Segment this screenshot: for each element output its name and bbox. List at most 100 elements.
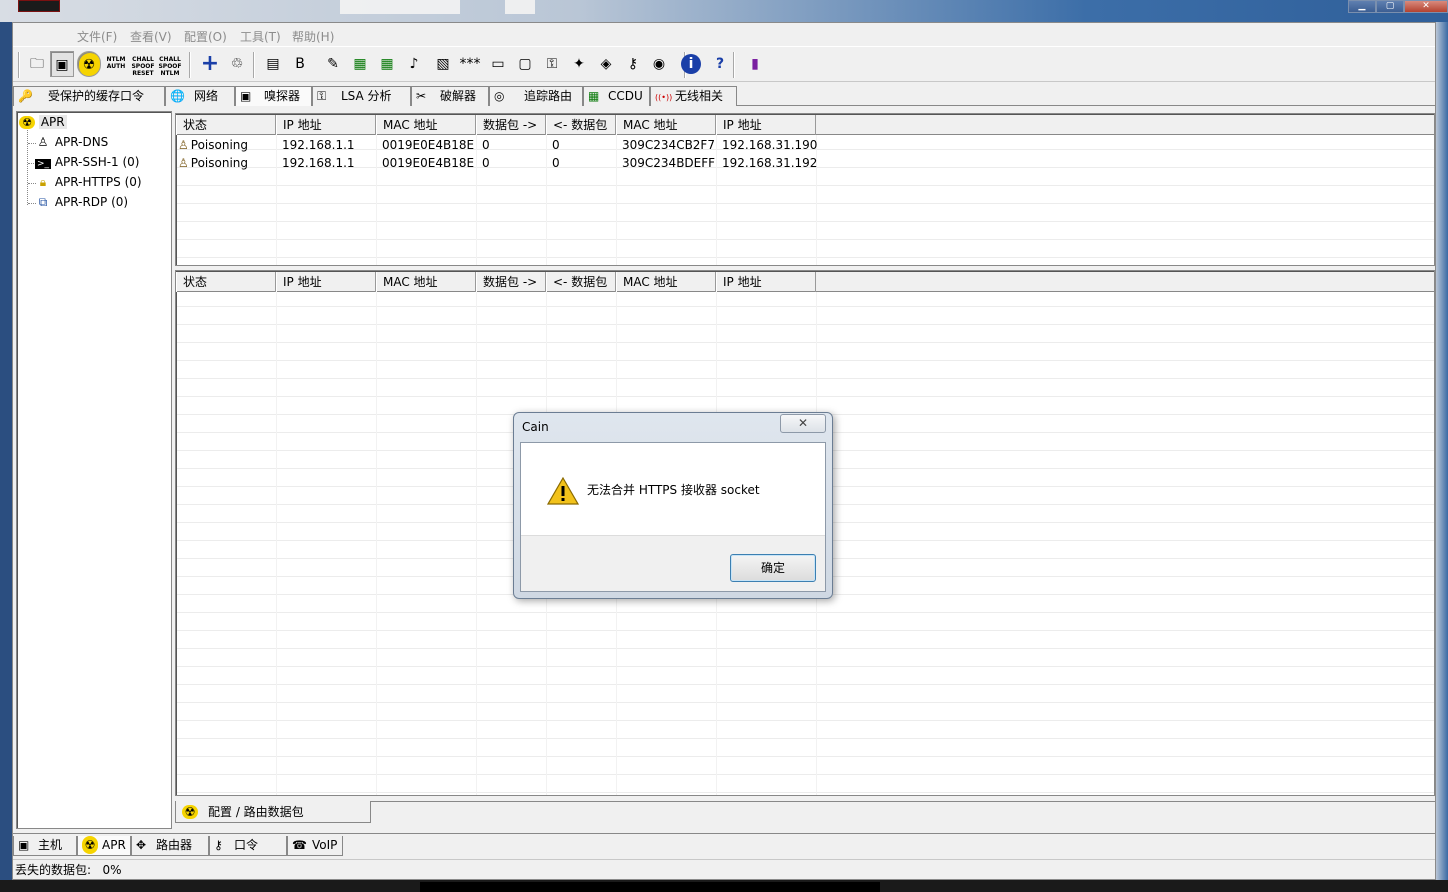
tree-item-apr-ssh[interactable]: >_ APR-SSH-1 (0) (35, 155, 140, 169)
screen-icon[interactable]: ▢ (513, 51, 537, 77)
toolbar-separator (733, 52, 735, 78)
tree-root-apr[interactable]: ☢ APR (19, 115, 67, 129)
desktop-left-edge (0, 22, 12, 880)
poisoning-table-top: 状态 IP 地址 MAC 地址 数据包 -> <- 数据包 MAC 地址 IP 地址 ♙ Poi… (175, 113, 1435, 266)
column-divider (276, 292, 277, 795)
tab-config-routing[interactable]: ☢ 配置 / 路由数据包 (175, 801, 371, 823)
apr-radiation-icon[interactable]: ☢ (77, 51, 101, 77)
chall-spoof-reset-icon[interactable]: CHALL SPOOF RESET (131, 51, 155, 77)
terminal-icon: >_ (35, 159, 51, 169)
maximize-button[interactable]: ▢ (1376, 0, 1404, 13)
column-header[interactable]: 状态 (176, 272, 276, 292)
table-cell: 0 (482, 138, 490, 152)
column-header[interactable]: IP 地址 (716, 115, 816, 135)
taskbar-strip (0, 880, 1448, 892)
wireless-key-icon[interactable]: ♪ (402, 51, 426, 77)
main-tab-4[interactable]: ☎ VoIP (287, 836, 343, 856)
column-header[interactable]: MAC 地址 (376, 272, 476, 292)
tab-label: 网络 (194, 89, 219, 103)
toolbar-separator (253, 52, 255, 78)
toolbar-separator (18, 52, 20, 78)
tree-item-label: APR-DNS (54, 135, 109, 149)
certificate-icon[interactable]: ▤ (261, 51, 285, 77)
network-card-icon[interactable]: ▭ (486, 51, 510, 77)
tab-0[interactable]: 🔑 受保护的缓存口令 (13, 86, 165, 106)
tree-item-apr-rdp[interactable]: ⧉ APR-RDP (0) (35, 195, 128, 210)
open-folder-icon[interactable]: 🗀 (25, 51, 49, 77)
exit-icon[interactable]: ▮ (743, 51, 767, 77)
column-header[interactable]: MAC 地址 (616, 272, 716, 292)
column-header[interactable]: 状态 (176, 115, 276, 135)
lost-packets-status: 丢失的数据包: 0% (15, 863, 122, 877)
main-tab-label: VoIP (312, 838, 338, 852)
menu-help[interactable]: 帮助(H) (292, 28, 334, 45)
menu-file[interactable]: 文件(F) (77, 28, 117, 45)
add-icon[interactable]: + (198, 51, 222, 77)
tab-3[interactable]: ⚿ LSA 分析 (312, 86, 411, 106)
tab-2[interactable]: ▣ 嗅探器 (235, 86, 312, 106)
lock-icon[interactable]: ⚿ (540, 51, 564, 77)
base64-icon[interactable]: B (288, 51, 312, 77)
toolbar-separator (189, 52, 191, 78)
cable-icon[interactable]: ◈ (594, 51, 618, 77)
vnc-icon[interactable]: ▦ (375, 51, 399, 77)
column-header[interactable]: <- 数据包 (546, 272, 616, 292)
tab-5[interactable]: ◎ 追踪路由 (489, 86, 583, 106)
table-row[interactable]: ♙ Poisoning 192.168.1.1 0019E0E4B18E 0 0 309C2… (176, 136, 1434, 154)
main-tab-icon: ▣ (18, 838, 30, 852)
ok-button[interactable]: 确定 (730, 554, 816, 582)
column-header[interactable]: MAC 地址 (376, 115, 476, 135)
main-tab-3[interactable]: ⚷ 口令 (209, 836, 287, 856)
tab-label: 无线相关 (675, 89, 724, 103)
help-icon[interactable]: ? (708, 51, 732, 77)
main-tab-0[interactable]: ▣ 主机 (13, 836, 77, 856)
dialog-close-button[interactable]: ✕ (780, 414, 826, 433)
sniffer-icon[interactable]: ▣ (50, 51, 74, 77)
main-tab-2[interactable]: ✥ 路由器 (131, 836, 209, 856)
recycle-icon[interactable]: ♲ (225, 51, 249, 77)
dialog-footer: 确定 (521, 535, 825, 591)
main-tab-label: APR (102, 838, 126, 852)
hook-icon[interactable]: ✦ (567, 51, 591, 77)
radiation-icon: ☢ (19, 116, 35, 129)
tab-6[interactable]: ▦ CCDU (583, 86, 650, 106)
main-tab-icon: ✥ (136, 838, 147, 852)
column-header[interactable]: IP 地址 (276, 272, 376, 292)
column-header[interactable]: 数据包 -> (476, 272, 546, 292)
hash-tool-icon[interactable]: ✎ (321, 51, 345, 77)
close-window-button[interactable]: ✕ (1404, 0, 1448, 13)
wifi-icon[interactable]: ◉ (647, 51, 671, 77)
table-cell: 192.168.31.192 (722, 156, 818, 170)
table-row[interactable]: ♙ Poisoning 192.168.1.1 0019E0E4B18E 0 0 309C2… (176, 154, 1434, 172)
column-header[interactable]: MAC 地址 (616, 115, 716, 135)
column-header[interactable]: IP 地址 (276, 115, 376, 135)
tab-1[interactable]: 🌐 网络 (165, 86, 235, 106)
chall-spoof-ntlm-icon[interactable]: CHALL SPOOF NTLM (158, 51, 182, 77)
menu-view[interactable]: 查看(V) (130, 28, 172, 45)
status-text: Poisoning (190, 156, 249, 170)
packet-icon[interactable]: ▧ (431, 51, 455, 77)
password-stars-icon[interactable]: *** (458, 51, 482, 77)
tab-label: 受保护的缓存口令 (48, 89, 145, 103)
poisoning-status-icon: ♙ (178, 138, 189, 152)
main-tab-1[interactable]: ☢ APR (77, 836, 131, 856)
column-header[interactable]: 数据包 -> (476, 115, 546, 135)
tab-7[interactable]: ((•)) 无线相关 (650, 86, 737, 106)
info-icon[interactable]: i (681, 54, 701, 74)
tree-item-apr-dns[interactable]: ♙ APR-DNS (35, 135, 109, 149)
column-header[interactable]: <- 数据包 (546, 115, 616, 135)
column-header[interactable]: IP 地址 (716, 272, 816, 292)
key-icon[interactable]: ⚷ (621, 51, 645, 77)
minimize-button[interactable]: ▁ (1348, 0, 1376, 13)
desktop-right-edge (1436, 22, 1448, 880)
tree-item-apr-https[interactable]: 🔒︎ APR-HTTPS (0) (35, 175, 142, 190)
router-icon[interactable]: ▦ (348, 51, 372, 77)
tab-icon: 🌐 (170, 89, 185, 103)
ntlm-auth-icon[interactable]: NTLM AUTH (104, 51, 128, 77)
tab-4[interactable]: ✂ 破解器 (411, 86, 489, 106)
tab-icon: ▦ (588, 89, 600, 103)
table-cell: ♙ Poisoning (176, 154, 276, 172)
table-cell: 309C234CB2F7 (622, 138, 715, 152)
menu-config[interactable]: 配置(O) (184, 28, 227, 45)
menu-tools[interactable]: 工具(T) (240, 28, 281, 45)
